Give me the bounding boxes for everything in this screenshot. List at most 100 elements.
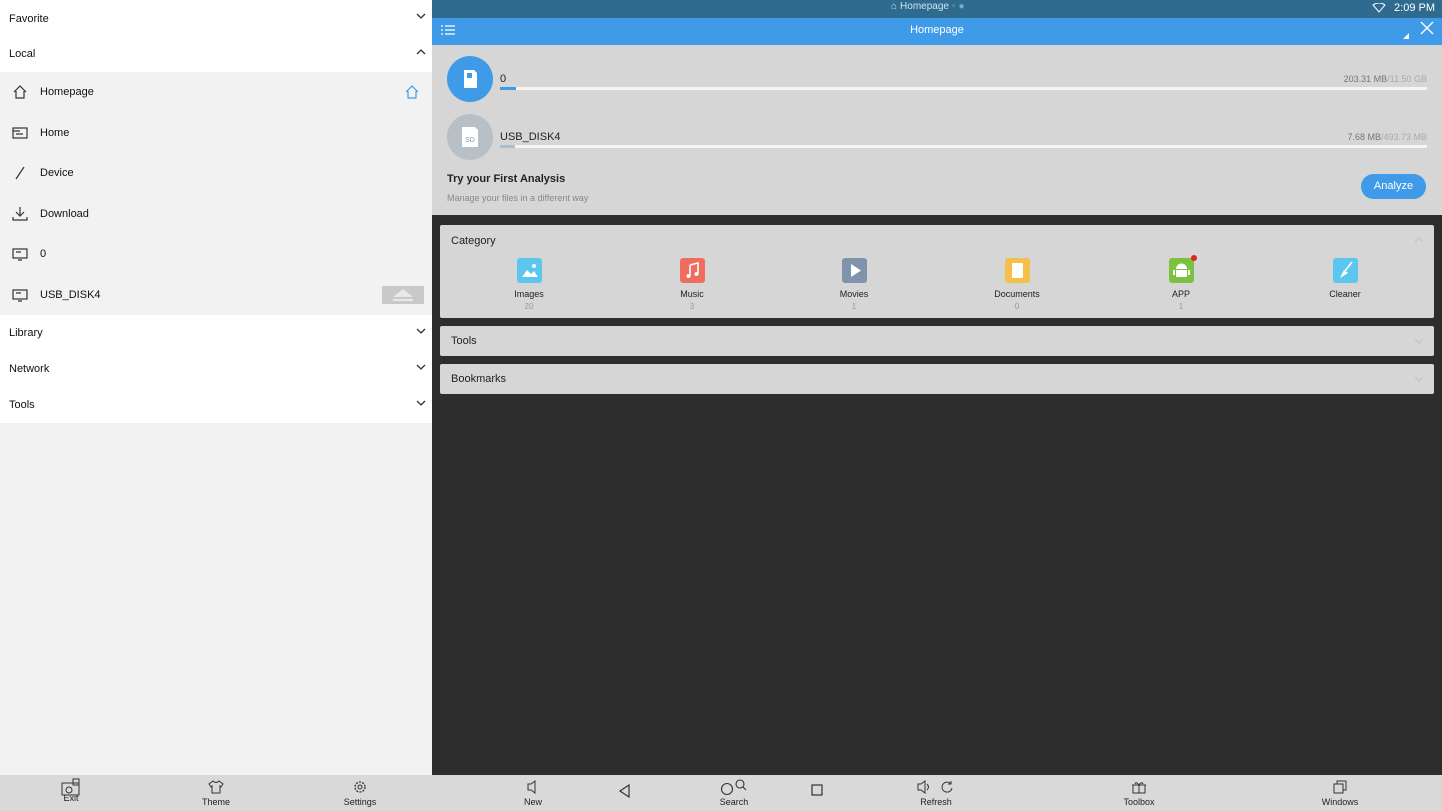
section-favorite[interactable]: Favorite — [0, 0, 432, 36]
gear-icon — [330, 778, 390, 796]
nav-recents-button[interactable] — [811, 784, 823, 796]
storage-item-usb-disk4[interactable]: SD USB_DISK4 7.68 MB/493.73 MB — [447, 114, 1427, 160]
analysis-subtitle: Manage your files in a different way — [447, 193, 589, 203]
section-library-label: Library — [9, 327, 43, 339]
chevron-up-icon[interactable] — [1414, 236, 1424, 244]
theme-button[interactable]: Theme — [186, 778, 246, 807]
close-icon[interactable] — [1420, 21, 1434, 35]
local-item-device[interactable]: Device — [0, 153, 432, 194]
local-item-usb-disk4[interactable]: USB_DISK4 — [0, 275, 432, 316]
category-label: APP — [1171, 289, 1190, 299]
chevron-down-icon — [1414, 337, 1424, 345]
local-item-label: Homepage — [40, 86, 94, 98]
wifi-signal-icon — [1372, 3, 1386, 13]
eject-button[interactable] — [382, 285, 424, 304]
new-button[interactable]: New — [503, 778, 563, 807]
broom-icon — [1332, 258, 1358, 283]
notification-dot — [1190, 255, 1197, 261]
windows-button[interactable]: Windows — [1310, 778, 1370, 807]
storage-progress-fill — [500, 145, 515, 148]
category-label: Music — [680, 289, 704, 299]
local-item-label: Home — [40, 126, 70, 139]
chevron-down-icon — [416, 327, 426, 335]
chevron-up-icon — [416, 48, 426, 56]
category-label: Cleaner — [1329, 289, 1361, 299]
analysis-title: Try your First Analysis — [447, 173, 566, 185]
android-small-icon: ● — [958, 1, 965, 12]
category-documents[interactable]: Documents 0 — [977, 258, 1057, 311]
storage-progress-fill — [500, 87, 516, 90]
back-triangle-icon — [618, 784, 632, 798]
svg-text:SD: SD — [465, 137, 475, 144]
storage-icon — [12, 287, 28, 303]
storage-icon — [12, 246, 28, 262]
sd-card-icon: SD — [447, 114, 493, 160]
section-local-label: Local — [9, 48, 36, 60]
category-label: Movies — [839, 289, 869, 299]
play-icon — [841, 258, 867, 283]
tools-card[interactable]: Tools — [440, 326, 1434, 356]
chevron-down-icon — [416, 399, 426, 407]
section-network[interactable]: Network — [0, 351, 432, 387]
exit-button[interactable]: Exit — [41, 778, 101, 803]
search-icon — [704, 778, 764, 796]
local-item-label: Device — [40, 167, 74, 179]
storage-progress — [500, 87, 1427, 90]
section-local[interactable]: Local — [0, 36, 432, 72]
navigation-drawer: Favorite Local Homepage Home Device Down… — [0, 0, 432, 775]
section-tools[interactable]: Tools — [0, 387, 432, 423]
local-item-download[interactable]: Download — [0, 194, 432, 235]
storage-item-0[interactable]: 0 203.31 MB/11.50 GB — [447, 56, 1427, 102]
chat-icon: ▫ — [951, 1, 956, 12]
category-title[interactable]: Category — [451, 235, 496, 247]
section-library[interactable]: Library — [0, 315, 432, 351]
app-bar-title: Homepage — [910, 24, 964, 36]
local-item-homepage[interactable]: Homepage — [0, 72, 432, 113]
category-movies[interactable]: Movies 1 — [814, 258, 894, 311]
chevron-down-icon — [416, 12, 426, 20]
bookmarks-card-title: Bookmarks — [451, 373, 507, 385]
category-images[interactable]: Images 20 — [489, 258, 569, 311]
category-cleaner[interactable]: Cleaner — [1305, 258, 1385, 302]
category-music[interactable]: Music 3 — [652, 258, 732, 311]
resize-corner-icon — [1403, 33, 1409, 39]
section-favorite-label: Favorite — [9, 13, 49, 25]
home-small-icon: ⌂ — [891, 1, 898, 12]
windows-icon — [1310, 778, 1370, 796]
storage-progress — [500, 145, 1427, 148]
local-item-label: Download — [40, 207, 89, 220]
bottom-toolbar: Exit Theme Settings New Search Refresh T… — [0, 775, 1442, 811]
local-item-label: USB_DISK4 — [40, 288, 101, 301]
bookmarks-card[interactable]: Bookmarks — [440, 364, 1434, 394]
download-icon — [12, 206, 28, 222]
section-network-label: Network — [9, 363, 50, 375]
chevron-down-icon — [416, 363, 426, 371]
recents-square-icon — [811, 784, 823, 796]
local-item-home[interactable]: Home — [0, 113, 432, 154]
settings-button[interactable]: Settings — [330, 778, 390, 807]
volume-down-icon — [503, 778, 563, 796]
main-panel: Homepage 0 203.31 MB/11.50 GB SD USB_DIS… — [432, 0, 1442, 775]
android-icon — [1168, 255, 1197, 283]
local-item-storage-0[interactable]: 0 — [0, 234, 432, 275]
toolbox-button[interactable]: Toolbox — [1109, 778, 1169, 807]
storage-panel: 0 203.31 MB/11.50 GB SD USB_DISK4 7.68 M… — [432, 45, 1442, 215]
category-count: 1 — [851, 302, 857, 311]
category-card: Category Images 20 Music 3 Movies 1 Docu… — [440, 225, 1434, 318]
chevron-down-icon — [1414, 375, 1424, 383]
category-count: 0 — [1014, 302, 1020, 311]
analyze-button[interactable]: Analyze — [1361, 174, 1426, 199]
eject-icon — [393, 288, 413, 297]
status-title: ⌂ Homepage ▫ ● — [891, 1, 965, 12]
category-count: 1 — [1178, 302, 1184, 311]
nav-back-button[interactable] — [618, 784, 632, 798]
storage-size: 203.31 MB/11.50 GB — [1343, 74, 1427, 84]
set-homepage-icon[interactable] — [404, 84, 420, 100]
category-count: 20 — [524, 302, 534, 311]
category-app[interactable]: APP 1 — [1141, 255, 1221, 311]
refresh-button[interactable]: Refresh — [906, 778, 966, 807]
home-outline-icon — [12, 84, 28, 100]
app-bar: Homepage — [432, 18, 1442, 45]
category-count: 3 — [689, 302, 695, 311]
search-button[interactable]: Search — [704, 778, 764, 807]
